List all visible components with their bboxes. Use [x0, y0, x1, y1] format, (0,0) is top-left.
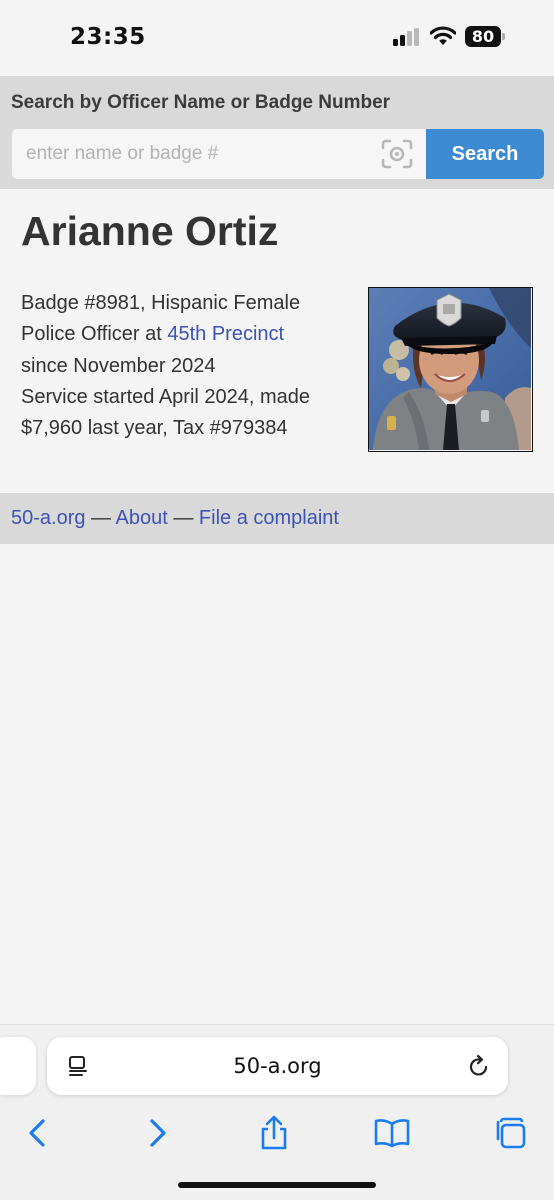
- search-field[interactable]: [12, 129, 426, 179]
- precinct-link[interactable]: 45th Precinct: [167, 323, 284, 345]
- about-link[interactable]: About: [116, 507, 168, 529]
- battery-icon: 80: [465, 26, 505, 47]
- tabs-button[interactable]: [490, 1113, 530, 1153]
- screen: 23:35 80 Search by Officer Name or Badge…: [0, 0, 554, 1200]
- cellular-signal-icon: [393, 28, 423, 46]
- officer-details: Badge #8981, Hispanic Female Police Offi…: [21, 288, 361, 444]
- tabs-icon: [496, 1117, 526, 1149]
- site-home-link[interactable]: 50-a.org: [11, 507, 86, 529]
- badge-info: Badge #8981, Hispanic Female: [21, 292, 301, 314]
- search-input[interactable]: [12, 129, 376, 179]
- service-started-text: Service started April 2024, made: [21, 385, 311, 408]
- wifi-icon: [430, 26, 456, 45]
- forward-icon: [150, 1119, 166, 1147]
- home-indicator[interactable]: [178, 1182, 376, 1188]
- footer-separator: —: [85, 507, 116, 529]
- search-heading: Search by Officer Name or Badge Number: [11, 92, 391, 113]
- file-complaint-link[interactable]: File a complaint: [199, 507, 339, 529]
- officer-photo: [368, 287, 533, 452]
- since-text: since November 2024: [21, 354, 216, 377]
- battery-level: 80: [465, 26, 501, 47]
- pay-tax-text: $7,960 last year, Tax #979384: [21, 417, 288, 440]
- address-bar[interactable]: 50-a.org: [47, 1037, 508, 1095]
- share-icon: [261, 1115, 287, 1150]
- status-time: 23:35: [70, 24, 146, 50]
- bookmarks-button[interactable]: [372, 1113, 412, 1153]
- share-button[interactable]: [254, 1113, 294, 1153]
- reload-icon[interactable]: [467, 1054, 491, 1078]
- search-section: Search by Officer Name or Badge Number S…: [0, 76, 554, 189]
- previous-tab-card[interactable]: [0, 1037, 36, 1095]
- back-button[interactable]: [18, 1113, 58, 1153]
- search-button[interactable]: Search: [426, 129, 544, 179]
- back-icon: [29, 1119, 45, 1147]
- visual-lookup-icon[interactable]: [380, 138, 414, 170]
- footer-nav: 50-a.org — About — File a complaint: [0, 493, 554, 544]
- browser-chrome: 50-a.org: [0, 1024, 554, 1200]
- url-text[interactable]: 50-a.org: [47, 1037, 508, 1095]
- status-bar: 23:35 80: [0, 0, 554, 76]
- forward-button[interactable]: [137, 1113, 177, 1153]
- rank-text: Police Officer at: [21, 323, 168, 346]
- footer-separator: —: [167, 507, 199, 529]
- officer-name: Arianne Ortiz: [21, 208, 279, 254]
- bookmarks-icon: [374, 1119, 410, 1148]
